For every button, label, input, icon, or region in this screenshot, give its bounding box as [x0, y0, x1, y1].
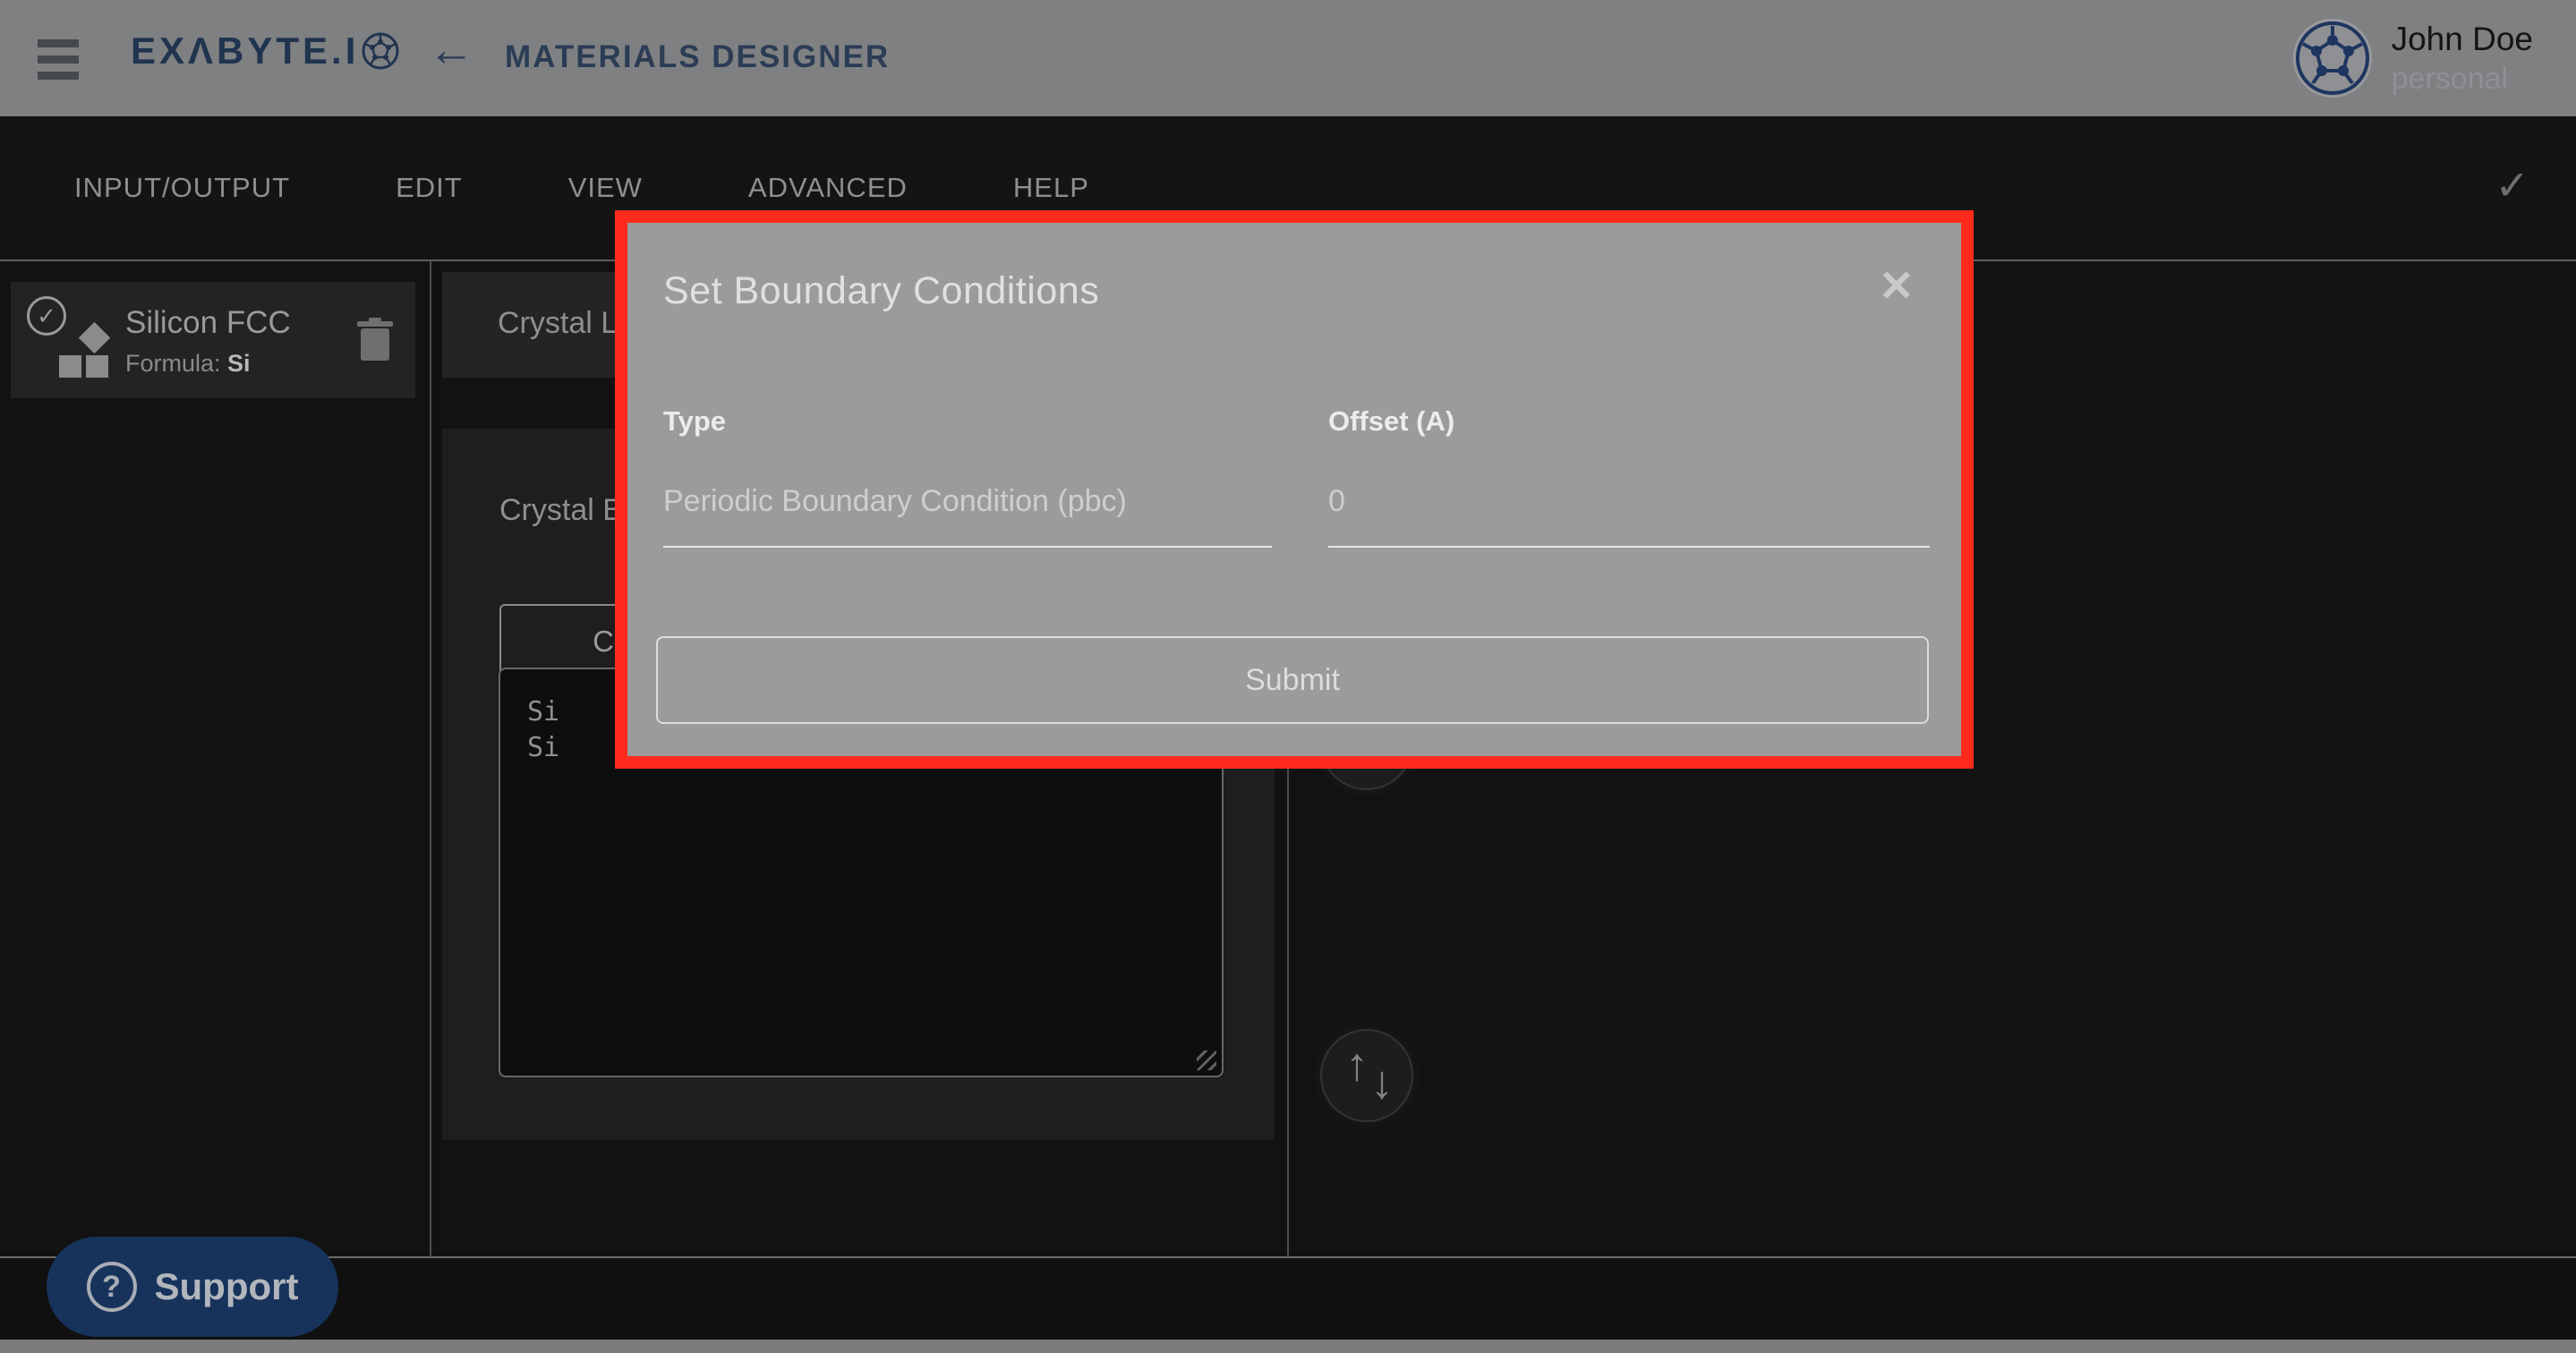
offset-input[interactable]: 0	[1328, 484, 1930, 519]
crystal-lattice-title: Crystal L	[498, 306, 618, 341]
sidebar-divider	[430, 261, 431, 1258]
type-field: Type Periodic Boundary Condition (pbc)	[663, 405, 1272, 548]
offset-underline	[1328, 546, 1930, 548]
submit-button[interactable]: Submit	[656, 636, 1929, 724]
dialog-title: Set Boundary Conditions	[663, 269, 1099, 313]
delete-trash-icon[interactable]	[356, 318, 394, 362]
menu-item-input-output[interactable]: INPUT/OUTPUT	[74, 172, 290, 204]
support-button[interactable]: ? Support	[47, 1237, 338, 1337]
close-icon[interactable]: ✕	[1879, 266, 1915, 309]
menu-item-help[interactable]: HELP	[1013, 172, 1089, 204]
material-formula: Formula: Si	[125, 350, 251, 378]
user-block[interactable]: John Doe personal	[2293, 0, 2533, 116]
material-list-item[interactable]: ✓ Silicon FCC Formula: Si	[11, 282, 415, 398]
bottom-status-bar	[0, 1340, 2576, 1353]
type-label: Type	[663, 405, 1272, 438]
arrow-down-icon: ↓	[1370, 1056, 1394, 1110]
menu-item-advanced[interactable]: ADVANCED	[748, 172, 908, 204]
user-name: John Doe	[2392, 21, 2533, 58]
offset-field: Offset (A) 0	[1328, 405, 1930, 548]
support-label: Support	[155, 1265, 299, 1308]
arrow-up-icon: ↑	[1345, 1038, 1369, 1092]
brand-logo[interactable]: EXΛBYTE.I	[131, 30, 400, 72]
avatar[interactable]	[2293, 19, 2372, 98]
menu-item-view[interactable]: VIEW	[568, 172, 643, 204]
avatar-molecule-icon	[2295, 21, 2370, 96]
set-boundary-conditions-dialog: Set Boundary Conditions ✕ Type Periodic …	[615, 210, 1974, 769]
material-widgets-icon: ✓	[27, 296, 109, 379]
fullerene-logo-icon	[361, 31, 400, 71]
back-arrow-icon[interactable]: ←	[428, 23, 474, 77]
user-org: personal	[2392, 62, 2533, 97]
brand-logo-text: EXΛBYTE.I	[131, 30, 359, 72]
page-title: MATERIALS DESIGNER	[505, 39, 890, 75]
footer-divider	[0, 1256, 2576, 1258]
type-underline	[663, 546, 1272, 548]
save-check-icon[interactable]: ✓	[2495, 161, 2529, 209]
swap-axes-button[interactable]: ↑ ↓	[1320, 1029, 1413, 1122]
material-name: Silicon FCC	[125, 305, 291, 341]
hamburger-menu-icon[interactable]	[38, 39, 79, 79]
menu-item-edit[interactable]: EDIT	[396, 172, 463, 204]
offset-label: Offset (A)	[1328, 405, 1930, 438]
selected-check-icon: ✓	[27, 296, 66, 336]
app-bar: EXΛBYTE.I ← MATERIALS DESIGNER	[0, 0, 2576, 116]
help-question-icon: ?	[87, 1262, 137, 1312]
type-select[interactable]: Periodic Boundary Condition (pbc)	[663, 484, 1272, 519]
crystal-basis-title: Crystal B	[499, 493, 623, 528]
